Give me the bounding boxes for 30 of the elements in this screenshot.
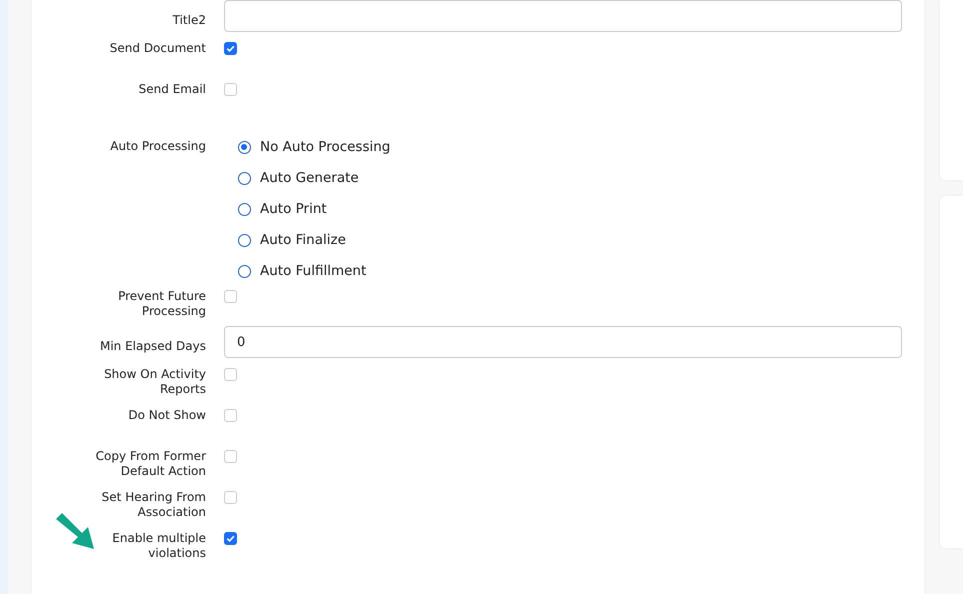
- field-label: Min Elapsed Days: [100, 339, 206, 354]
- field-label: Prevent Future Processing: [117, 289, 206, 319]
- checkbox[interactable]: [224, 532, 237, 545]
- field-label: Auto Processing: [110, 139, 206, 154]
- field-label: Set Hearing From Association: [100, 490, 206, 520]
- checkbox[interactable]: [224, 491, 237, 504]
- checkbox[interactable]: [224, 450, 237, 463]
- field-label: Show On Activity Reports: [103, 367, 206, 397]
- checkbox[interactable]: [224, 290, 237, 303]
- checkbox[interactable]: [224, 83, 237, 96]
- radio-button[interactable]: [238, 202, 251, 216]
- checkbox[interactable]: [224, 368, 237, 381]
- radio-button[interactable]: [238, 264, 251, 278]
- radio-button[interactable]: [238, 172, 251, 184]
- radio-label[interactable]: No Auto Processing: [260, 139, 390, 155]
- radio-label[interactable]: Auto Generate: [260, 170, 359, 186]
- field-label: Title2: [172, 13, 206, 28]
- field-label: Send Email: [138, 82, 206, 97]
- radio-label[interactable]: Auto Print: [260, 201, 327, 217]
- input-field[interactable]: 0: [224, 326, 902, 358]
- radio-label[interactable]: Auto Finalize: [260, 232, 346, 248]
- radio-button[interactable]: [238, 140, 251, 154]
- checkbox[interactable]: [224, 409, 237, 422]
- field-label: Copy From Former Default Action: [94, 449, 206, 479]
- checkbox[interactable]: [224, 42, 237, 55]
- field-label: Send Document: [110, 41, 206, 56]
- field-label: Do Not Show: [128, 408, 206, 423]
- radio-button[interactable]: [238, 234, 251, 246]
- field-label: Enable multiple violations: [111, 531, 206, 561]
- radio-label[interactable]: Auto Fulfillment: [260, 263, 366, 279]
